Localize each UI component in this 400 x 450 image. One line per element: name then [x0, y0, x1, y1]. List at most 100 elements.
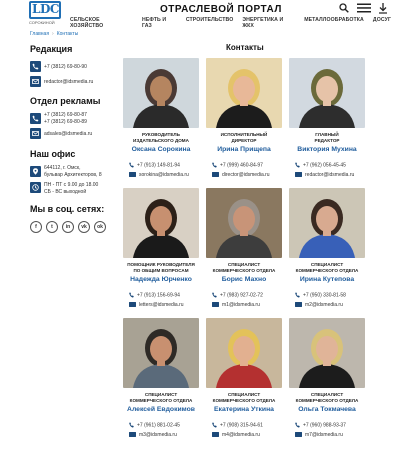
nav-item-leisure[interactable]: ДОСУГ — [373, 17, 391, 29]
contact-role-line: КОММЕРЧЕСКОГО ОТДЕЛА — [212, 397, 276, 403]
contact-phone-number: +7 (960) 988-93-37 — [303, 422, 346, 429]
contact-role-line: КОММЕРЧЕСКОГО ОТДЕЛА — [212, 267, 276, 273]
contact-phone-number: +7 (913) 149-81-94 — [137, 162, 180, 169]
contact-role: ПОМОЩНИК РУКОВОДИТЕЛЯ ПО ОБЩИМ ВОПРОСАМ — [123, 262, 199, 273]
instagram-icon[interactable]: in — [62, 221, 74, 233]
contact-role-line: РЕДАКТОР — [314, 137, 340, 143]
phone-icon — [295, 292, 300, 298]
contact-role: СПЕЦИАЛИСТ КОММЕРЧЕСКОГО ОТДЕЛА — [289, 392, 365, 403]
breadcrumb-home[interactable]: Главная — [30, 31, 49, 37]
search-icon[interactable] — [339, 3, 349, 13]
contact-name: Ирина Кутепова — [299, 276, 355, 283]
nav-item-agriculture[interactable]: СЕЛЬСКОЕ ХОЗЯЙСТВО — [70, 17, 133, 29]
phone-icon — [295, 422, 300, 428]
contact-phone[interactable]: +7 (999) 460-84-97 — [212, 162, 288, 168]
mail-icon — [30, 128, 41, 139]
logo-text: LDC — [32, 2, 59, 16]
contact-email[interactable]: m4@idsmedia.ru — [212, 432, 288, 438]
contact-email[interactable]: letters@idsmedia.ru — [129, 302, 205, 308]
contact-phone[interactable]: +7 (960) 988-93-37 — [295, 422, 371, 428]
contact-name: Оксана Сорокина — [131, 146, 191, 153]
odnoklassniki-icon[interactable]: ok — [94, 221, 106, 233]
vk-icon[interactable]: vk — [78, 221, 90, 233]
contact-email-address: redactor@idsmedia.ru — [305, 172, 355, 178]
contact-email[interactable]: director@idsmedia.ru — [212, 172, 288, 178]
nav-item-oil-gas[interactable]: НЕФТЬ И ГАЗ — [142, 17, 177, 29]
contact-phone[interactable]: +7 (913) 149-81-94 — [129, 162, 205, 168]
contact-role-line: КОММЕРЧЕСКОГО ОТДЕЛА — [295, 397, 359, 403]
mail-icon — [129, 302, 136, 308]
editorial-email[interactable]: redactor@idsmedia.ru — [44, 79, 93, 86]
contact-phone[interactable]: +7 (961) 881-02-45 — [129, 422, 205, 428]
phone-icon — [212, 292, 217, 298]
contact-phone[interactable]: +7 (962) 056-45-45 — [295, 162, 371, 168]
contact-phone[interactable]: +7 (908) 315-94-61 — [212, 422, 288, 428]
contact-role-line: ИЗДАТЕЛЬСКОГО ДОМА — [133, 137, 189, 143]
nav-item-energy[interactable]: ЭНЕРГЕТИКА И ЖКХ — [242, 17, 295, 29]
contact-email[interactable]: redactor@idsmedia.ru — [295, 172, 371, 178]
contact-email-address: director@idsmedia.ru — [222, 172, 270, 178]
clock-icon — [30, 182, 41, 193]
mail-icon — [129, 172, 136, 178]
office-hours-weekend: СБ - ВС выходной — [44, 189, 87, 195]
contact-phone[interactable]: +7 (983) 927-02-72 — [212, 292, 288, 298]
contact-email-address: m3@idsmedia.ru — [139, 432, 177, 438]
contact-email-address: letters@idsmedia.ru — [139, 302, 184, 308]
ads-phone-2[interactable]: +7 (3812) 69-80-89 — [44, 119, 87, 126]
contact-name: Надежда Юрченко — [130, 276, 192, 283]
main-nav: СЕЛЬСКОЕ ХОЗЯЙСТВО НЕФТЬ И ГАЗ СТРОИТЕЛЬ… — [70, 17, 400, 29]
facebook-icon[interactable]: f — [30, 221, 42, 233]
contact-name: Виктория Мухина — [297, 146, 357, 153]
address-line-1: 644112, г. Омск, — [44, 165, 81, 171]
site-header: LDC СОРОКИНОЙ ОТРАСЛЕВОЙ ПОРТАЛ СЕЛЬСКОЕ… — [0, 0, 400, 30]
contact-role: РУКОВОДИТЕЛЬ ИЗДАТЕЛЬСКОГО ДОМА — [123, 132, 199, 143]
breadcrumb-current: Контакты — [56, 31, 79, 37]
ads-email[interactable]: adsales@idsmedia.ru — [44, 131, 92, 138]
nav-item-metalworking[interactable]: МЕТАЛЛООБРАБОТКА — [304, 17, 364, 29]
contact-phone-number: +7 (913) 156-69-94 — [137, 292, 180, 299]
ads-phone-1[interactable]: +7 (3812) 69-80-87 — [44, 112, 87, 119]
contact-email-address: m1@idsmedia.ru — [222, 302, 260, 308]
contact-role-line: КОММЕРЧЕСКОГО ОТДЕЛА — [295, 267, 359, 273]
contact-phone[interactable]: +7 (913) 156-69-94 — [129, 292, 205, 298]
contact-email-address: m4@idsmedia.ru — [222, 432, 260, 438]
office-heading: Наш офис — [30, 149, 76, 159]
contact-photo — [206, 188, 282, 258]
nav-item-construction[interactable]: СТРОИТЕЛЬСТВО — [186, 17, 234, 29]
contact-role: СПЕЦИАЛИСТ КОММЕРЧЕСКОГО ОТДЕЛА — [206, 392, 282, 403]
contact-email-address: m2@idsmedia.ru — [305, 302, 343, 308]
contact-phone[interactable]: +7 (950) 330-81-58 — [295, 292, 371, 298]
address-line-2: бульвар Архитекторов, 8 — [44, 172, 102, 178]
contact-email[interactable]: sorokina@idsmedia.ru — [129, 172, 205, 178]
ldc-logo[interactable]: LDC СОРОКИНОЙ — [29, 1, 61, 27]
contact-role: ИСПОЛНИТЕЛЬНЫЙ ДИРЕКТОР — [206, 132, 282, 143]
contact-phone-number: +7 (950) 330-81-58 — [303, 292, 346, 299]
contact-role: ГЛАВНЫЙ РЕДАКТОР — [289, 132, 365, 143]
contact-email[interactable]: m3@idsmedia.ru — [129, 432, 205, 438]
hamburger-menu-icon[interactable] — [357, 3, 371, 13]
logo-subtitle: СОРОКИНОЙ — [29, 20, 55, 25]
mail-icon — [212, 432, 219, 438]
contact-photo — [123, 58, 199, 128]
editorial-phone[interactable]: +7 (3812) 69-80-90 — [44, 64, 87, 71]
location-pin-icon — [30, 166, 41, 177]
contact-email[interactable]: m2@idsmedia.ru — [295, 302, 371, 308]
phone-icon — [129, 292, 134, 298]
contact-name: Алексей Евдокимов — [127, 406, 195, 413]
contact-email[interactable]: m7@idsmedia.ru — [295, 432, 371, 438]
phone-icon — [129, 162, 134, 168]
phone-icon — [129, 422, 134, 428]
contact-phone-number: +7 (983) 927-02-72 — [220, 292, 263, 299]
contact-email-address: m7@idsmedia.ru — [305, 432, 343, 438]
contact-photo — [206, 318, 282, 388]
contact-email[interactable]: m1@idsmedia.ru — [212, 302, 288, 308]
contact-role: СПЕЦИАЛИСТ КОММЕРЧЕСКОГО ОТДЕЛА — [289, 262, 365, 273]
mail-icon — [295, 172, 302, 178]
contact-role: СПЕЦИАЛИСТ КОММЕРЧЕСКОГО ОТДЕЛА — [123, 392, 199, 403]
contact-role-line: ПО ОБЩИМ ВОПРОСАМ — [133, 267, 189, 273]
contact-phone-number: +7 (961) 881-02-45 — [137, 422, 180, 429]
twitter-icon[interactable]: t — [46, 221, 58, 233]
download-icon[interactable] — [378, 2, 388, 14]
breadcrumb-separator: › — [52, 31, 54, 37]
contact-email-address: sorokina@idsmedia.ru — [139, 172, 189, 178]
